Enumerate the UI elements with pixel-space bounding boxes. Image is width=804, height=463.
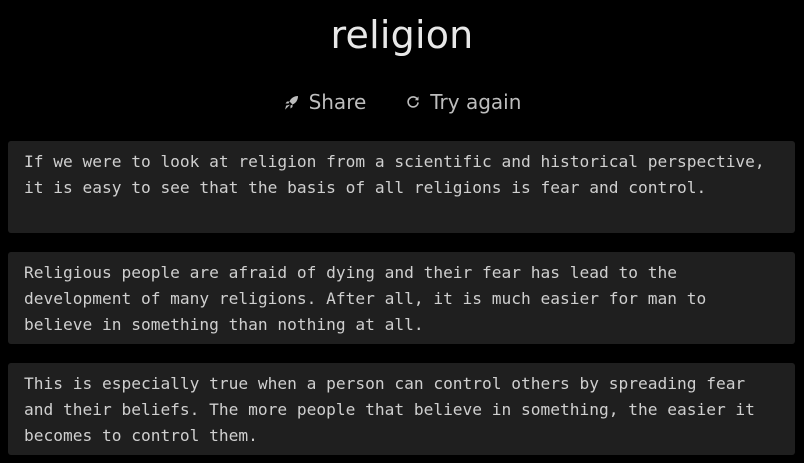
share-label: Share: [308, 90, 367, 114]
paragraph-card: If we were to look at religion from a sc…: [8, 141, 795, 233]
try-again-label: Try again: [430, 90, 522, 114]
paragraph-card: This is especially true when a person ca…: [8, 363, 795, 455]
refresh-icon: [404, 93, 422, 111]
share-button[interactable]: Share: [279, 86, 371, 118]
try-again-button[interactable]: Try again: [400, 86, 525, 118]
rocket-icon: [283, 93, 301, 111]
paragraph-card: Religious people are afraid of dying and…: [8, 252, 795, 344]
action-bar: Share Try again: [0, 86, 804, 118]
page-title: religion: [330, 13, 474, 57]
